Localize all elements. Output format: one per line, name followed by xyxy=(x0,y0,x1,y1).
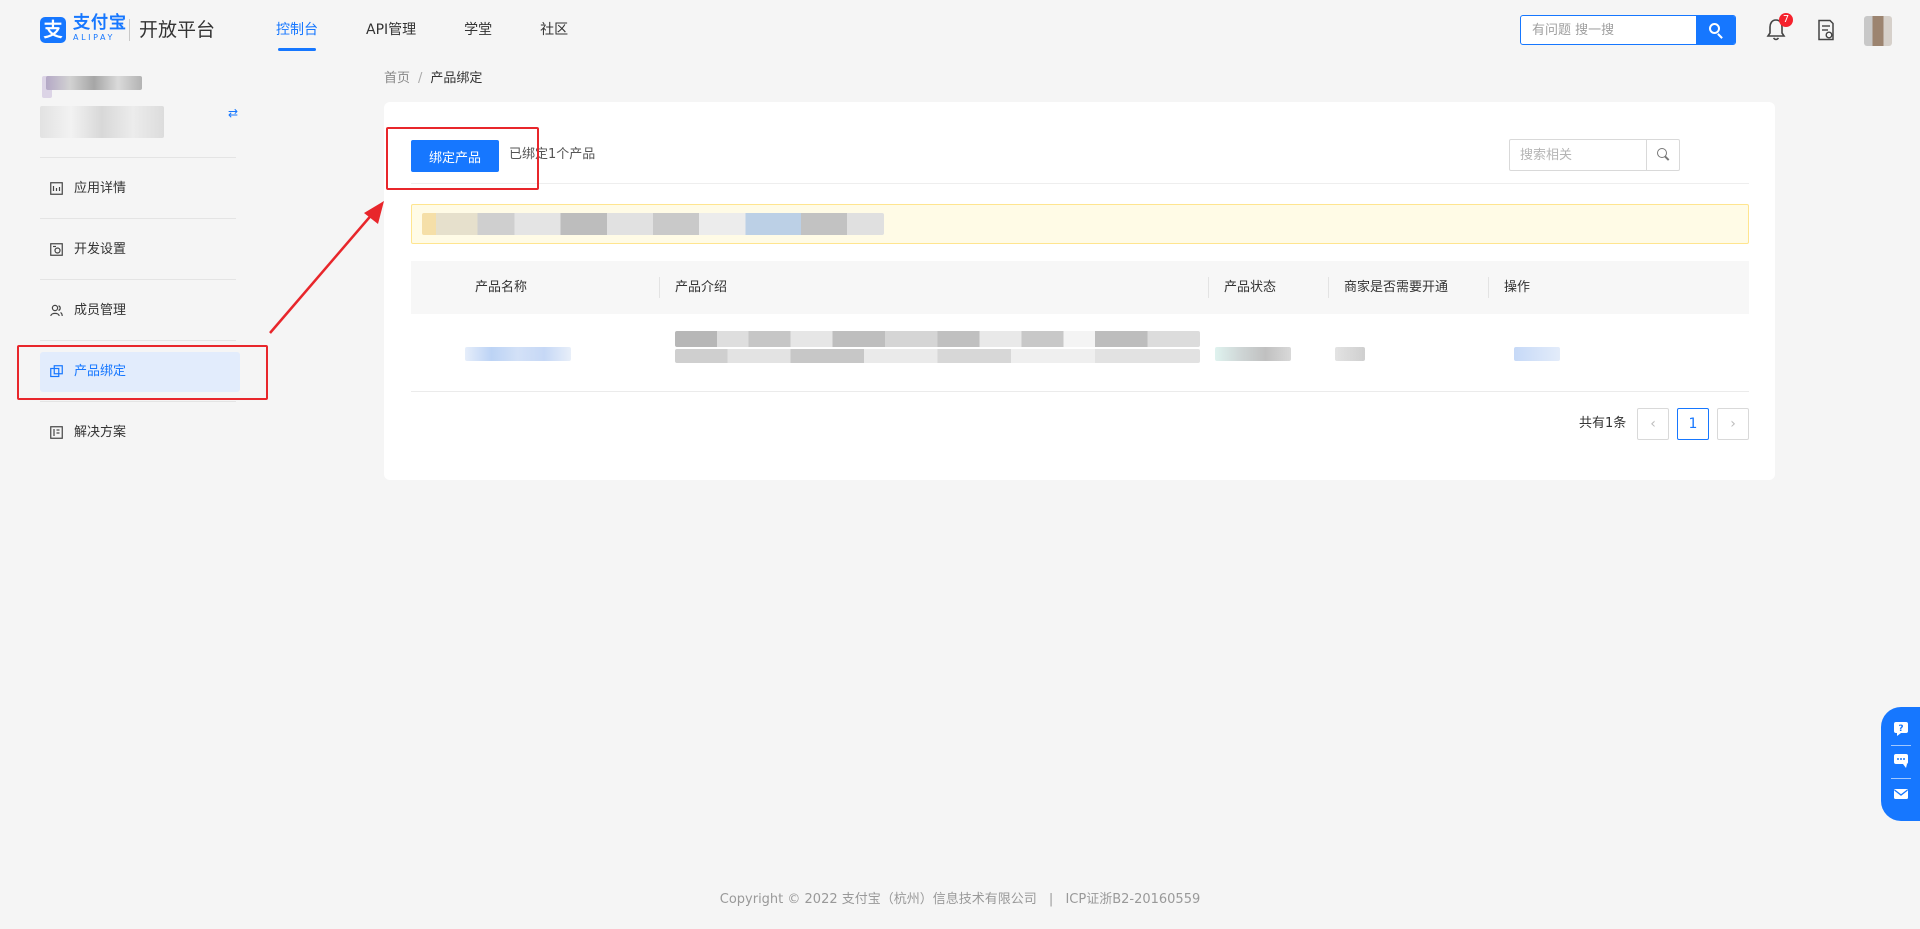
product-bind-icon xyxy=(50,365,63,378)
user-avatar[interactable] xyxy=(1864,16,1892,46)
product-search-input[interactable] xyxy=(1510,140,1643,170)
notice-banner xyxy=(411,204,1749,244)
notice-text-blurred xyxy=(422,213,884,235)
brand-name-cn: 支付宝 xyxy=(73,13,127,33)
app-detail-icon xyxy=(50,182,63,195)
brand-name-en: ALIPAY xyxy=(73,33,115,42)
footer-divider: | xyxy=(1048,892,1054,907)
table-header: 产品名称 产品介绍 产品状态 商家是否需要开通 操作 xyxy=(411,261,1749,314)
product-name-link-blurred[interactable] xyxy=(465,347,571,361)
brand-name[interactable]: 支付宝 ALIPAY xyxy=(73,15,127,42)
floating-help-panel: ? xyxy=(1881,707,1920,821)
notification-badge: 7 xyxy=(1779,13,1793,27)
product-intro-blurred xyxy=(675,349,1200,363)
alipay-logo-icon[interactable]: 支 xyxy=(40,17,66,43)
float-divider xyxy=(1891,778,1911,779)
table-row-divider xyxy=(411,391,1749,392)
sidebar-item-label: 产品绑定 xyxy=(74,364,127,379)
column-separator xyxy=(659,277,660,298)
document-icon[interactable] xyxy=(1816,19,1836,41)
sidebar-divider xyxy=(40,340,236,341)
top-navigation: 控制台 API管理 学堂 社区 xyxy=(276,0,616,60)
footer-copyright: Copyright © 2022 支付宝（杭州）信息技术有限公司 xyxy=(719,892,1037,907)
nav-community[interactable]: 社区 xyxy=(540,0,568,60)
breadcrumb-current: 产品绑定 xyxy=(430,71,483,86)
nav-console[interactable]: 控制台 xyxy=(276,0,318,60)
sidebar-divider xyxy=(40,157,236,158)
dev-settings-icon xyxy=(50,243,63,256)
product-search xyxy=(1509,139,1680,171)
switch-app-icon[interactable]: ⇄ xyxy=(228,106,238,120)
logo-divider xyxy=(129,19,130,41)
column-separator xyxy=(1488,277,1489,298)
help-question-icon[interactable]: ? xyxy=(1893,721,1909,737)
sidebar-divider xyxy=(40,279,236,280)
search-icon xyxy=(1709,23,1720,34)
breadcrumb-home[interactable]: 首页 xyxy=(384,71,410,86)
sidebar-divider xyxy=(40,218,236,219)
footer: Copyright © 2022 支付宝（杭州）信息技术有限公司 | ICP证浙… xyxy=(0,891,1920,909)
product-status-blurred xyxy=(1215,347,1291,361)
card-divider xyxy=(411,183,1749,184)
float-divider xyxy=(1891,745,1911,746)
breadcrumb-separator: / xyxy=(418,71,423,86)
bound-count-text: 已绑定1个产品 xyxy=(509,147,596,162)
nav-academy[interactable]: 学堂 xyxy=(464,0,492,60)
column-header-actions: 操作 xyxy=(1504,280,1531,295)
action-link-blurred[interactable] xyxy=(1514,347,1560,361)
column-header-product-status: 产品状态 xyxy=(1224,280,1277,295)
nav-api-management[interactable]: API管理 xyxy=(366,0,416,60)
pagination-prev-button[interactable]: ‹ xyxy=(1637,408,1669,440)
chat-icon[interactable] xyxy=(1893,753,1909,769)
platform-name: 开放平台 xyxy=(139,19,216,41)
sidebar-item-product-binding[interactable]: 产品绑定 xyxy=(40,352,240,392)
pagination-total: 共有1条 xyxy=(1579,416,1627,431)
sidebar-item-members[interactable]: 成员管理 xyxy=(40,291,240,331)
sidebar-divider xyxy=(40,401,236,402)
app-id-blurred xyxy=(40,106,164,138)
top-header: 支 支付宝 ALIPAY 开放平台 控制台 API管理 学堂 社区 7 xyxy=(0,0,1920,60)
pagination-page-1[interactable]: 1 xyxy=(1677,408,1709,440)
sidebar-item-label: 成员管理 xyxy=(74,303,127,318)
footer-icp-link[interactable]: ICP证浙B2-20160559 xyxy=(1065,892,1200,907)
column-header-merchant-activation: 商家是否需要开通 xyxy=(1344,280,1449,295)
app-name-blurred xyxy=(46,76,142,90)
product-intro-blurred xyxy=(675,331,1200,347)
sidebar-item-label: 解决方案 xyxy=(74,425,127,440)
sidebar-item-dev-settings[interactable]: 开发设置 xyxy=(40,230,240,270)
column-separator xyxy=(1328,277,1329,298)
merchant-activation-blurred xyxy=(1335,347,1365,361)
sidebar-item-app-detail[interactable]: 应用详情 xyxy=(40,169,240,209)
global-search-input[interactable] xyxy=(1521,16,1697,44)
global-search xyxy=(1520,15,1736,45)
feedback-mail-icon[interactable] xyxy=(1893,786,1909,802)
sidebar-item-label: 开发设置 xyxy=(74,242,127,257)
column-header-product-intro: 产品介绍 xyxy=(675,280,728,295)
sidebar-item-solutions[interactable]: 解决方案 xyxy=(40,413,240,453)
sidebar-item-label: 应用详情 xyxy=(74,181,127,196)
breadcrumb: 首页 / 产品绑定 xyxy=(384,70,482,88)
search-icon xyxy=(1657,148,1667,158)
pagination-next-button[interactable]: › xyxy=(1717,408,1749,440)
product-search-button[interactable] xyxy=(1646,140,1679,170)
members-icon xyxy=(50,304,63,317)
svg-text:?: ? xyxy=(1898,724,1903,734)
solution-icon xyxy=(50,426,63,439)
bind-product-button[interactable]: 绑定产品 xyxy=(411,140,499,172)
column-separator xyxy=(1208,277,1209,298)
column-header-product-name: 产品名称 xyxy=(475,280,528,295)
global-search-button[interactable] xyxy=(1696,16,1735,44)
